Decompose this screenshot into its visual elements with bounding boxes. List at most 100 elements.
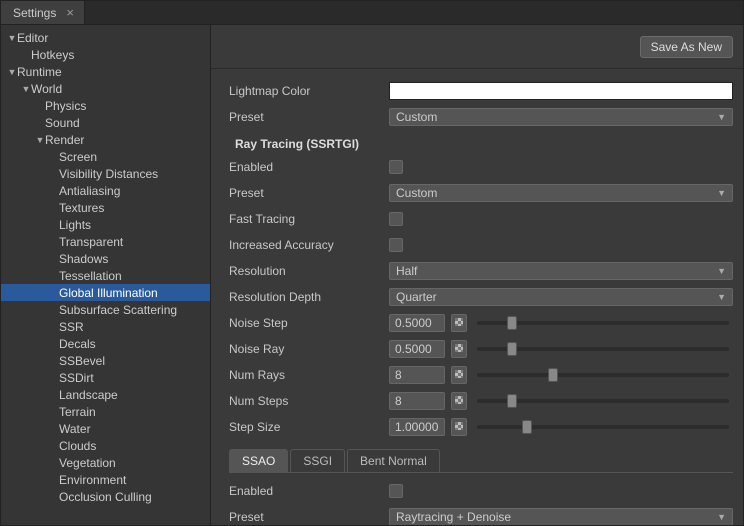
close-icon[interactable]: ×: [66, 5, 74, 20]
tree-label: SSR: [59, 320, 84, 334]
rt-preset-value: Custom: [396, 186, 437, 200]
tree-item-editor[interactable]: ▼Editor: [1, 29, 210, 46]
tab-label: Settings: [13, 6, 56, 20]
resolution-label: Resolution: [229, 264, 389, 278]
tree-item-tessellation[interactable]: Tessellation: [1, 267, 210, 284]
tree-label: Vegetation: [59, 456, 116, 470]
tree-item-sound[interactable]: Sound: [1, 114, 210, 131]
tree-item-lights[interactable]: Lights: [1, 216, 210, 233]
tree-item-world[interactable]: ▼World: [1, 80, 210, 97]
reset-icon[interactable]: [451, 418, 467, 436]
tree-item-clouds[interactable]: Clouds: [1, 437, 210, 454]
tree-item-decals[interactable]: Decals: [1, 335, 210, 352]
resolution-depth-select[interactable]: Quarter ▼: [389, 288, 733, 306]
resolution-value: Half: [396, 264, 417, 278]
tab-bar: Settings ×: [1, 1, 743, 25]
noise-ray-label: Noise Ray: [229, 342, 389, 356]
ssao-preset-select[interactable]: Raytracing + Denoise ▼: [389, 508, 733, 525]
reset-icon[interactable]: [451, 366, 467, 384]
tree-item-antialiasing[interactable]: Antialiasing: [1, 182, 210, 199]
lightmap-color-label: Lightmap Color: [229, 84, 389, 98]
tree-item-shadows[interactable]: Shadows: [1, 250, 210, 267]
tree-item-screen[interactable]: Screen: [1, 148, 210, 165]
num-rays-input[interactable]: 8: [389, 366, 445, 384]
sidebar-tree[interactable]: ▼EditorHotkeys▼Runtime▼WorldPhysicsSound…: [1, 25, 211, 525]
enabled-checkbox[interactable]: [389, 160, 403, 174]
tree-label: Lights: [59, 218, 91, 232]
tree-item-visibility-distances[interactable]: Visibility Distances: [1, 165, 210, 182]
preset-select[interactable]: Custom ▼: [389, 108, 733, 126]
tree-item-environment[interactable]: Environment: [1, 471, 210, 488]
resolution-select[interactable]: Half ▼: [389, 262, 733, 280]
expand-icon[interactable]: ▼: [35, 135, 45, 145]
noise-step-slider[interactable]: [477, 321, 729, 325]
num-rays-slider[interactable]: [477, 373, 729, 377]
tree-label: Visibility Distances: [59, 167, 158, 181]
noise-ray-input[interactable]: 0.5000: [389, 340, 445, 358]
ssao-preset-label: Preset: [229, 510, 389, 524]
num-steps-input[interactable]: 8: [389, 392, 445, 410]
tree-item-global-illumination[interactable]: Global Illumination: [1, 284, 210, 301]
tree-label: Water: [59, 422, 91, 436]
tree-item-ssr[interactable]: SSR: [1, 318, 210, 335]
step-size-slider[interactable]: [477, 425, 729, 429]
tree-item-subsurface-scattering[interactable]: Subsurface Scattering: [1, 301, 210, 318]
subtab-ssgi[interactable]: SSGI: [290, 449, 345, 472]
resolution-depth-label: Resolution Depth: [229, 290, 389, 304]
sub-tabs: SSAOSSGIBent Normal: [229, 449, 733, 473]
ssao-enabled-label: Enabled: [229, 484, 389, 498]
rt-preset-select[interactable]: Custom ▼: [389, 184, 733, 202]
fast-tracing-label: Fast Tracing: [229, 212, 389, 226]
tree-label: World: [31, 82, 62, 96]
noise-step-input[interactable]: 0.5000: [389, 314, 445, 332]
chevron-down-icon: ▼: [717, 512, 726, 522]
tree-item-terrain[interactable]: Terrain: [1, 403, 210, 420]
fast-tracing-checkbox[interactable]: [389, 212, 403, 226]
increased-accuracy-label: Increased Accuracy: [229, 238, 389, 252]
noise-ray-slider[interactable]: [477, 347, 729, 351]
save-as-new-button[interactable]: Save As New: [640, 36, 733, 58]
lightmap-color-input[interactable]: [389, 82, 733, 100]
increased-accuracy-checkbox[interactable]: [389, 238, 403, 252]
tree-item-runtime[interactable]: ▼Runtime: [1, 63, 210, 80]
num-steps-slider[interactable]: [477, 399, 729, 403]
tree-label: Shadows: [59, 252, 108, 266]
tree-item-hotkeys[interactable]: Hotkeys: [1, 46, 210, 63]
num-steps-label: Num Steps: [229, 394, 389, 408]
step-size-input[interactable]: 1.00000: [389, 418, 445, 436]
tree-label: SSDirt: [59, 371, 94, 385]
rt-preset-label: Preset: [229, 186, 389, 200]
tree-item-ssbevel[interactable]: SSBevel: [1, 352, 210, 369]
tree-item-transparent[interactable]: Transparent: [1, 233, 210, 250]
ssao-enabled-checkbox[interactable]: [389, 484, 403, 498]
tab-settings[interactable]: Settings ×: [1, 1, 85, 24]
expand-icon[interactable]: ▼: [7, 67, 17, 77]
subtab-ssao[interactable]: SSAO: [229, 449, 288, 472]
preset-label: Preset: [229, 110, 389, 124]
tree-item-physics[interactable]: Physics: [1, 97, 210, 114]
chevron-down-icon: ▼: [717, 112, 726, 122]
tree-label: SSBevel: [59, 354, 105, 368]
chevron-down-icon: ▼: [717, 292, 726, 302]
expand-icon[interactable]: ▼: [21, 84, 31, 94]
tree-label: Tessellation: [59, 269, 122, 283]
tree-label: Clouds: [59, 439, 96, 453]
tree-label: Editor: [17, 31, 48, 45]
tree-item-render[interactable]: ▼Render: [1, 131, 210, 148]
tree-item-landscape[interactable]: Landscape: [1, 386, 210, 403]
tree-item-textures[interactable]: Textures: [1, 199, 210, 216]
tree-label: Physics: [45, 99, 86, 113]
tree-item-ssdirt[interactable]: SSDirt: [1, 369, 210, 386]
expand-icon[interactable]: ▼: [7, 33, 17, 43]
tree-item-vegetation[interactable]: Vegetation: [1, 454, 210, 471]
tree-label: Global Illumination: [59, 286, 158, 300]
ssao-preset-value: Raytracing + Denoise: [396, 510, 511, 524]
tree-label: Sound: [45, 116, 80, 130]
num-rays-label: Num Rays: [229, 368, 389, 382]
reset-icon[interactable]: [451, 392, 467, 410]
reset-icon[interactable]: [451, 340, 467, 358]
tree-item-occlusion-culling[interactable]: Occlusion Culling: [1, 488, 210, 505]
subtab-bent-normal[interactable]: Bent Normal: [347, 449, 440, 472]
reset-icon[interactable]: [451, 314, 467, 332]
tree-item-water[interactable]: Water: [1, 420, 210, 437]
